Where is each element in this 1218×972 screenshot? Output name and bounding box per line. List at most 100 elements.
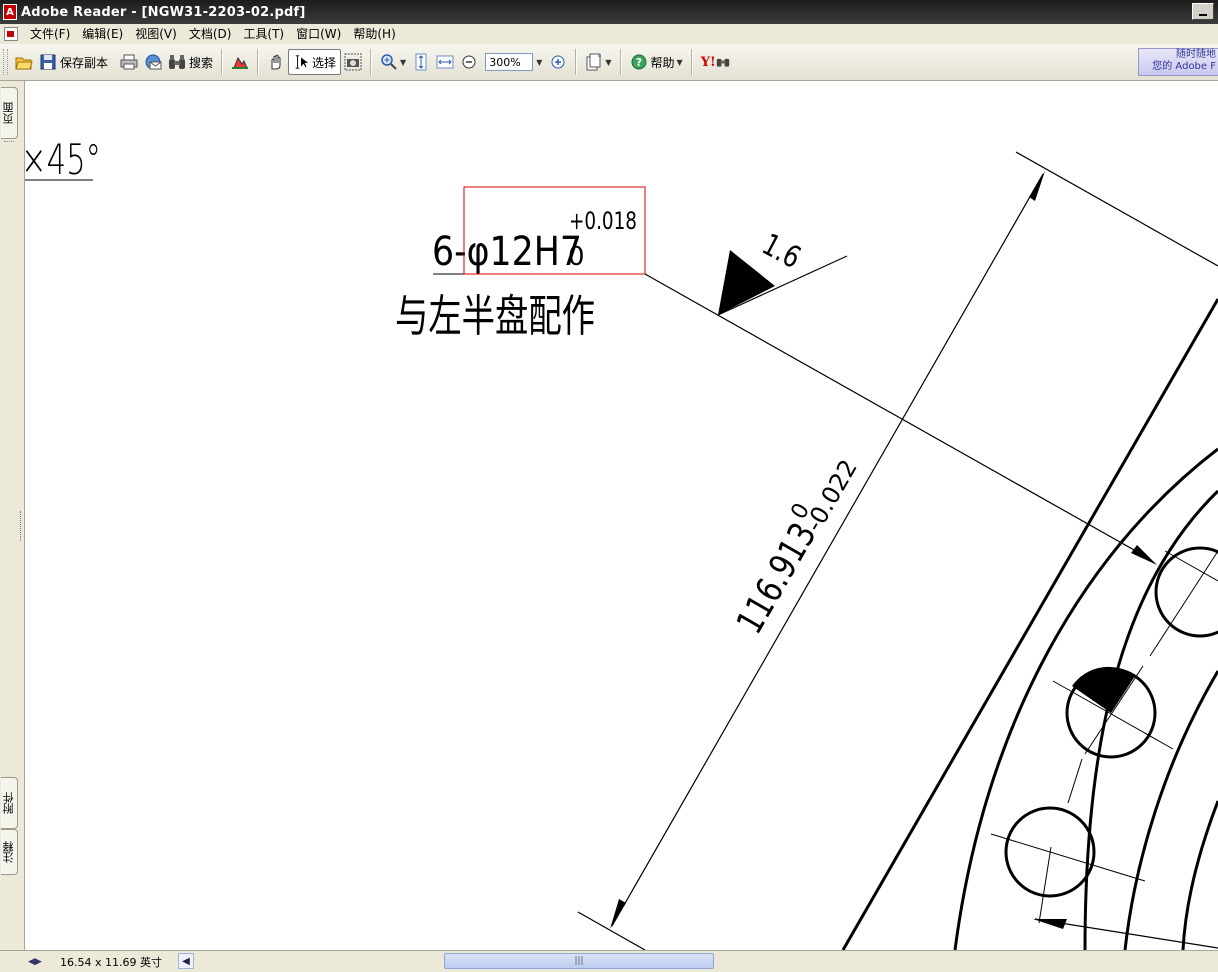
tab-comments[interactable]: 注释 — [1, 829, 18, 875]
status-bar: ◀▶ 16.54 x 11.69 英寸 ◀ ||| — [0, 950, 1218, 972]
binoculars-icon — [716, 58, 729, 67]
picture-tasks-icon — [232, 56, 249, 69]
title-bar: A Adobe Reader - [NGW31-2203-02.pdf] — [0, 0, 1218, 24]
page-rotate-icon — [586, 53, 602, 71]
help-label: 帮助 — [650, 55, 675, 70]
help-button[interactable]: ? 帮助 ▼ — [627, 49, 686, 75]
hole-section-fill — [1072, 666, 1135, 713]
save-copy-label: 保存副本 — [60, 55, 109, 70]
zoom-out-button[interactable] — [457, 49, 481, 75]
yahoo-logo: Y! — [700, 54, 716, 70]
centerline-dash — [1067, 758, 1083, 804]
yahoo-toolbar-button[interactable]: Y! — [698, 49, 733, 75]
toolbar-separator — [690, 49, 693, 75]
rotate-view-button[interactable]: ▼ — [582, 49, 614, 75]
fit-width-button[interactable] — [433, 49, 457, 75]
actual-size-button[interactable] — [409, 49, 433, 75]
menu-file[interactable]: 文件(F) — [24, 24, 76, 44]
minimize-button[interactable] — [1192, 3, 1214, 20]
menu-window[interactable]: 窗口(W) — [290, 24, 347, 44]
hole-spec: 6-φ12H7 — [432, 229, 582, 275]
picture-tasks-button[interactable] — [228, 49, 252, 75]
tolerance-upper: +0.018 — [569, 207, 637, 235]
leader-line — [644, 273, 1151, 560]
dimension-line — [611, 173, 1044, 927]
centerline — [1164, 550, 1218, 582]
dimension-tol-lower: -0.022 — [800, 455, 863, 537]
tab-attachments-label: 附件 — [2, 792, 15, 814]
part-edge — [841, 298, 1218, 950]
magnifier-plus-icon — [381, 54, 397, 70]
fit-height-icon — [415, 53, 427, 71]
toolbar-grip[interactable] — [3, 49, 8, 75]
binoculars-icon — [169, 55, 186, 69]
centerline — [990, 833, 1146, 882]
select-tool-button[interactable]: 选择 — [288, 49, 342, 75]
extension-line-bottom — [577, 911, 646, 950]
navigation-panel: 页面 附件 注释 — [0, 81, 20, 951]
snapshot-button[interactable] — [341, 49, 365, 75]
adobe-promo-banner[interactable]: 随时随地 您的 Adobe F — [1138, 48, 1218, 76]
hand-icon — [271, 54, 281, 70]
menu-view[interactable]: 视图(V) — [129, 24, 183, 44]
menu-bar: 文件(F) 编辑(E) 视图(V) 文档(D) 工具(T) 窗口(W) 帮助(H… — [0, 24, 1218, 44]
chevron-down-icon[interactable]: ▼ — [400, 58, 406, 67]
menu-document[interactable]: 文档(D) — [183, 24, 238, 44]
chevron-left-icon: ◀ — [182, 955, 190, 967]
document-menu-icon[interactable] — [4, 27, 18, 41]
promo-line-2: 您的 Adobe F — [1152, 61, 1216, 72]
mating-note: 与左半盘配作 — [395, 291, 595, 342]
horizontal-scrollbar-thumb[interactable]: ||| — [444, 953, 714, 969]
hand-tool-button[interactable] — [264, 49, 288, 75]
select-label: 选择 — [312, 55, 337, 70]
email-globe-icon — [145, 54, 162, 70]
panel-grip[interactable] — [4, 141, 14, 144]
inner-arc-2 — [1123, 670, 1218, 950]
lower-dimension-arrow — [1033, 919, 1067, 929]
menu-tools[interactable]: 工具(T) — [237, 24, 290, 44]
zoom-in-button[interactable] — [546, 49, 570, 75]
search-button[interactable]: 搜索 — [165, 49, 216, 75]
toolbar: 保存副本 搜索 选择 ▼ 300% ▼ ▼ ? 帮助 ▼ Y! 随时随地 您的 … — [0, 44, 1218, 81]
toolbar-separator — [257, 49, 260, 75]
toolbar-separator — [221, 49, 224, 75]
svg-text:?: ? — [635, 56, 641, 69]
page-nav-arrows-icon[interactable]: ◀▶ — [28, 955, 42, 969]
tab-pages[interactable]: 页面 — [1, 87, 18, 139]
text-cursor-arrow-icon — [295, 55, 309, 69]
tab-attachments[interactable]: 附件 — [1, 777, 18, 829]
splitter-grip — [20, 511, 23, 541]
zoom-in-plus-icon — [551, 55, 565, 69]
email-button[interactable] — [141, 49, 165, 75]
bolt-hole-1 — [1154, 546, 1218, 638]
grip-icon: ||| — [574, 956, 584, 966]
document-view[interactable]: ×45° 6-φ12H7 +0.018 0 与左半盘配作 1.6 116.913… — [25, 81, 1218, 950]
open-button[interactable] — [12, 49, 36, 75]
toolbar-separator — [619, 49, 622, 75]
zoom-in-tool-button[interactable]: ▼ — [377, 49, 409, 75]
extension-line-top — [1015, 151, 1218, 267]
zoom-combo[interactable]: ▼ — [485, 52, 542, 72]
zoom-input[interactable] — [485, 53, 534, 71]
chevron-down-icon[interactable]: ▼ — [536, 58, 542, 67]
adobe-reader-icon: A — [3, 4, 17, 20]
search-label: 搜索 — [189, 55, 214, 70]
chevron-down-icon[interactable]: ▼ — [605, 58, 611, 67]
print-button[interactable] — [117, 49, 141, 75]
menu-help[interactable]: 帮助(H) — [347, 24, 401, 44]
menu-edit[interactable]: 编辑(E) — [76, 24, 129, 44]
chamfer-note: ×45° — [25, 135, 101, 184]
toolbar-separator — [370, 49, 373, 75]
help-question-icon: ? — [631, 54, 647, 70]
scroll-left-button[interactable]: ◀ — [178, 953, 194, 969]
chevron-down-icon[interactable]: ▼ — [677, 58, 683, 67]
toolbar-separator — [575, 49, 578, 75]
dimension-arrow-bottom — [610, 899, 626, 929]
tab-comments-label: 注释 — [2, 841, 15, 863]
cad-drawing: ×45° 6-φ12H7 +0.018 0 与左半盘配作 1.6 116.913… — [25, 135, 1218, 950]
promo-line-1: 随时随地 — [1176, 49, 1216, 60]
save-copy-button[interactable]: 保存副本 — [36, 49, 111, 75]
tab-pages-label: 页面 — [2, 102, 15, 124]
centerline — [1038, 846, 1052, 924]
page-size-readout: 16.54 x 11.69 英寸 — [60, 955, 162, 969]
